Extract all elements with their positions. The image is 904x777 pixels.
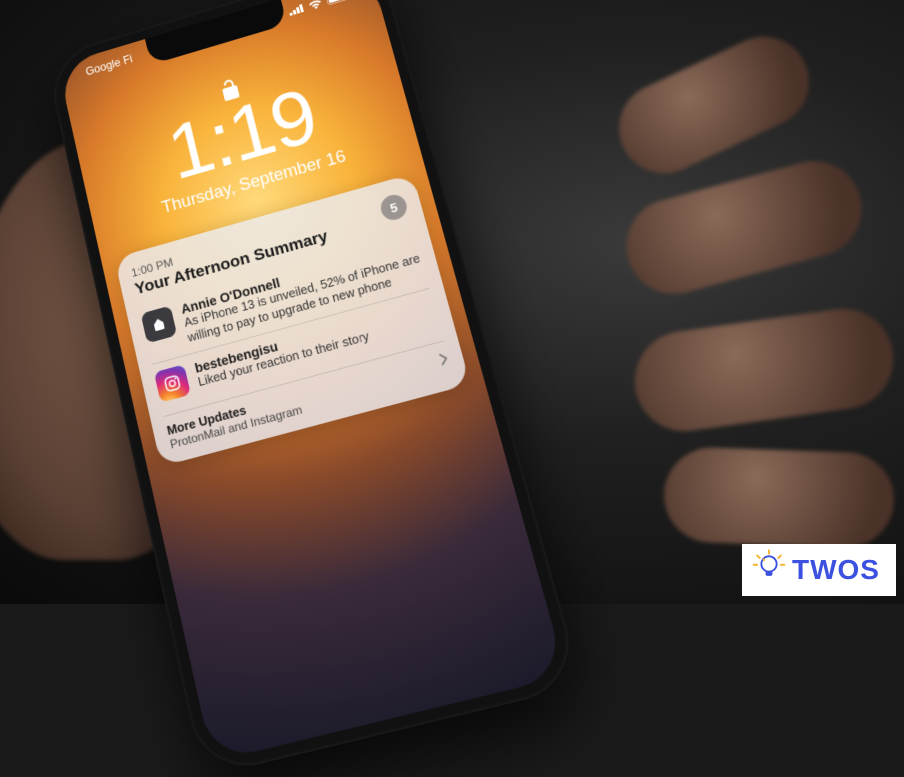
battery-icon bbox=[325, 0, 350, 5]
watermark: TWOS bbox=[742, 544, 896, 596]
instagram-app-icon bbox=[154, 364, 191, 402]
lightbulb-icon bbox=[752, 550, 786, 591]
cellular-signal-icon bbox=[288, 3, 305, 16]
carrier-label: Google Fi bbox=[85, 52, 134, 78]
watermark-text: TWOS bbox=[792, 554, 880, 586]
news-app-icon bbox=[141, 305, 178, 343]
wifi-icon bbox=[307, 0, 323, 11]
notch bbox=[145, 0, 287, 65]
photo-scene: Google Fi bbox=[0, 0, 904, 604]
phone: Google Fi bbox=[45, 0, 583, 777]
notification-summary-card[interactable]: 1:00 PM Your Afternoon Summary 5 Annie O… bbox=[114, 173, 470, 466]
lock-screen[interactable]: Google Fi bbox=[58, 0, 567, 762]
